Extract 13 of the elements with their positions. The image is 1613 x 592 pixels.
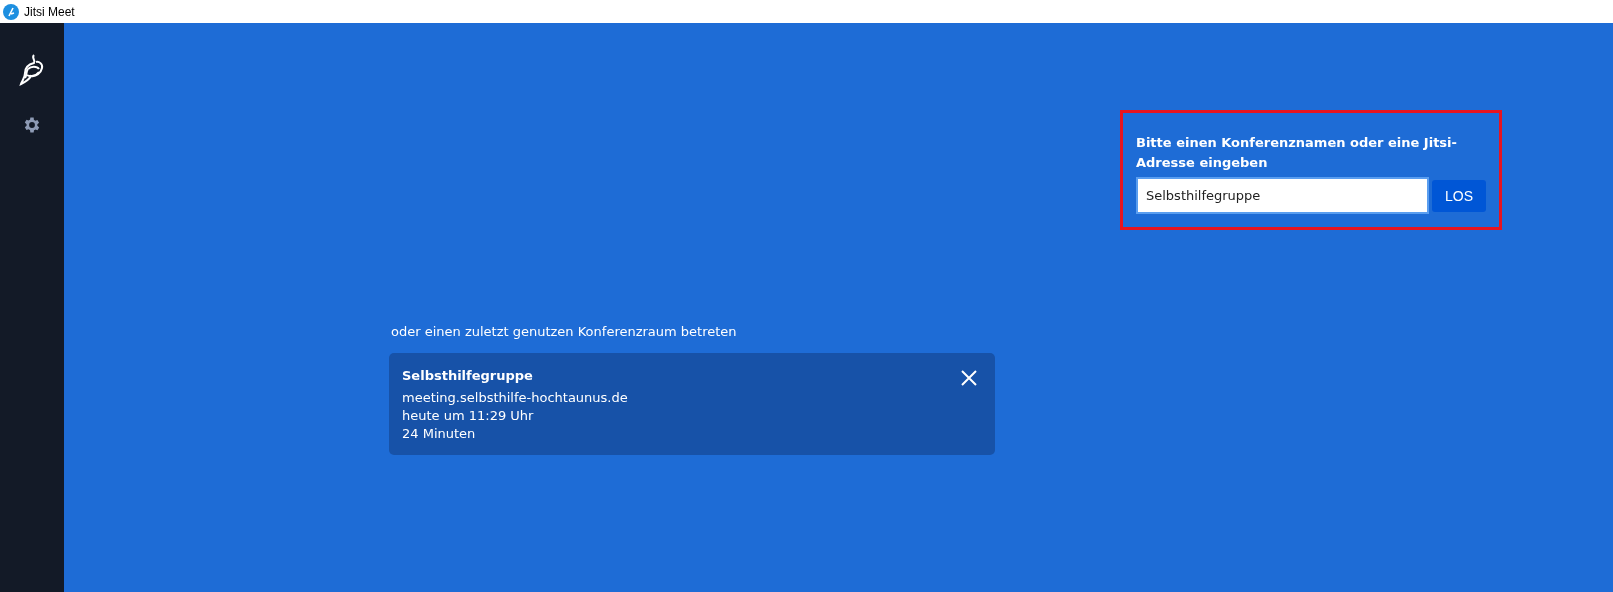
close-button[interactable]	[960, 369, 978, 387]
settings-icon[interactable]	[22, 115, 42, 135]
conference-name-field[interactable]: Selbsthilfegruppe	[1136, 177, 1429, 214]
app-icon	[3, 3, 19, 20]
recent-heading: oder einen zuletzt genutzen Konferenzraum betreten	[391, 324, 738, 339]
go-button[interactable]: LOS	[1432, 179, 1486, 212]
window-title: Jitsi Meet	[24, 4, 75, 19]
field-label: Bitte einen Konferenznamen oder eine Jitsi-Adresse eingeben	[1136, 134, 1458, 172]
meeting-duration: 24 Minuten	[402, 425, 477, 443]
meeting-server: meeting.selbsthilfe-hochtaunus.de	[402, 389, 628, 407]
meeting-date: heute um 11:29 Uhr	[402, 407, 535, 425]
meeting-title: Selbsthilfegruppe	[402, 367, 534, 385]
recent-meeting-card[interactable]: Selbsthilfegruppe meeting.selbsthilfe-hochtaunus.de heute um 11:29 Uhr 24 Minuten	[389, 353, 995, 455]
